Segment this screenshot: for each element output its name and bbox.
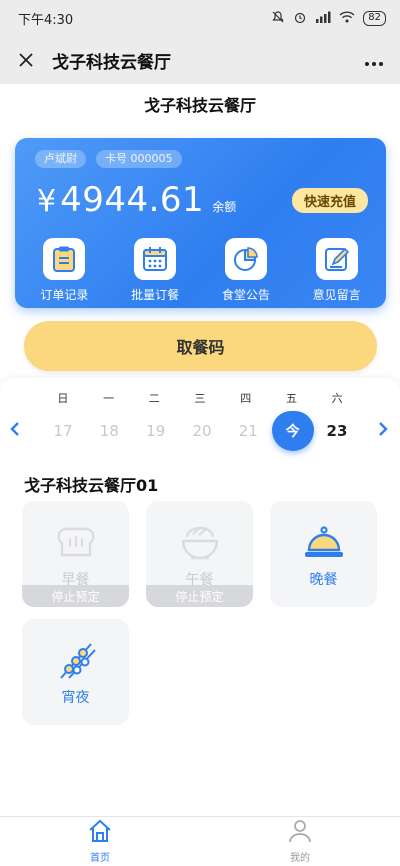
weekday-label: 三 bbox=[194, 392, 206, 405]
dish-cover-icon bbox=[303, 523, 345, 563]
card-tags: 卢斌尉 卡号 000005 bbox=[35, 150, 182, 168]
quick-recharge-button[interactable]: 快速充值 bbox=[291, 188, 368, 213]
meal-status: 停止预定 bbox=[22, 585, 129, 607]
weekday-row: 日 一 二 三 四 五 六 bbox=[40, 390, 360, 406]
feedback-button[interactable]: 意见留言 bbox=[297, 238, 377, 303]
action-label: 食堂公告 bbox=[221, 288, 270, 302]
date-cell-today[interactable]: 今 bbox=[271, 411, 314, 451]
weekday-label: 二 bbox=[148, 392, 160, 405]
tab-label: 首页 bbox=[90, 853, 110, 864]
batch-order-button[interactable]: 批量订餐 bbox=[115, 238, 195, 303]
meal-label: 宵夜 bbox=[61, 690, 90, 706]
meal-grid: 早餐 停止预定 午餐 停止预定 晚餐 宵夜 bbox=[22, 501, 378, 725]
date-cell[interactable]: 18 bbox=[86, 411, 132, 451]
action-label: 意见留言 bbox=[312, 288, 361, 302]
status-icons: 82 bbox=[271, 10, 386, 27]
battery-indicator: 82 bbox=[363, 10, 386, 26]
signal-icon bbox=[315, 11, 331, 26]
week-calendar: 日 一 二 三 四 五 六 17 18 19 20 21 今 23 bbox=[0, 378, 400, 458]
bottom-tab-bar: 首页 我的 bbox=[0, 816, 400, 866]
weekday-label: 四 bbox=[240, 392, 252, 405]
pickup-code-button[interactable]: 取餐码 bbox=[24, 321, 377, 371]
weekday-label: 日 bbox=[57, 392, 69, 405]
chevron-left-icon[interactable] bbox=[10, 420, 20, 441]
meal-status: 停止预定 bbox=[146, 585, 253, 607]
date-cell[interactable]: 23 bbox=[314, 411, 360, 451]
edit-icon bbox=[315, 238, 358, 280]
canteen-notice-button[interactable]: 食堂公告 bbox=[206, 238, 286, 303]
tab-mine[interactable]: 我的 bbox=[200, 817, 400, 866]
chevron-right-icon[interactable] bbox=[378, 420, 388, 441]
pie-chart-icon bbox=[224, 238, 267, 280]
currency-symbol: ¥ bbox=[37, 184, 57, 219]
tab-home[interactable]: 首页 bbox=[0, 817, 200, 866]
date-cell[interactable]: 17 bbox=[40, 411, 86, 451]
home-icon bbox=[87, 819, 113, 847]
date-cell[interactable]: 21 bbox=[225, 411, 271, 451]
meal-lunch[interactable]: 午餐 停止预定 bbox=[146, 501, 253, 607]
meal-label: 晚餐 bbox=[309, 572, 338, 588]
meal-late-night[interactable]: 宵夜 bbox=[22, 619, 129, 725]
card-number-tag: 卡号 000005 bbox=[96, 150, 182, 168]
order-records-button[interactable]: 订单记录 bbox=[24, 238, 104, 303]
date-cell[interactable]: 20 bbox=[179, 411, 225, 451]
nav-bar: 戈子科技云餐厅 bbox=[0, 36, 400, 84]
action-label: 订单记录 bbox=[40, 288, 89, 302]
bread-icon bbox=[56, 523, 96, 563]
more-icon[interactable] bbox=[364, 48, 388, 72]
date-cell[interactable]: 19 bbox=[133, 411, 179, 451]
date-row: 17 18 19 20 21 今 23 bbox=[40, 411, 360, 451]
clipboard-icon bbox=[43, 238, 86, 280]
mute-icon bbox=[271, 10, 285, 27]
page-title: 戈子科技云餐厅 bbox=[143, 96, 256, 115]
calendar-icon bbox=[134, 238, 177, 280]
meal-breakfast[interactable]: 早餐 停止预定 bbox=[22, 501, 129, 607]
user-icon bbox=[288, 819, 312, 847]
balance-label: 余额 bbox=[212, 200, 237, 214]
weekday-label: 一 bbox=[103, 392, 115, 405]
tab-label: 我的 bbox=[290, 853, 310, 864]
balance-amount: 4944.61 bbox=[60, 180, 205, 220]
alarm-icon bbox=[293, 10, 307, 27]
close-icon[interactable] bbox=[12, 46, 40, 74]
status-bar: 下午4:30 82 bbox=[0, 0, 400, 36]
wifi-icon bbox=[339, 10, 355, 26]
weekday-label: 五 bbox=[285, 392, 297, 405]
status-time: 下午4:30 bbox=[18, 12, 74, 28]
restaurant-name: 戈子科技云餐厅01 bbox=[24, 476, 159, 495]
rice-bowl-icon bbox=[179, 523, 221, 563]
action-label: 批量订餐 bbox=[131, 288, 180, 302]
user-name-tag: 卢斌尉 bbox=[35, 150, 86, 168]
meal-dinner[interactable]: 晚餐 bbox=[270, 501, 377, 607]
skewer-icon bbox=[55, 641, 97, 681]
card-actions: 订单记录 批量订餐 食堂公告 意见留言 bbox=[15, 238, 386, 303]
weekday-label: 六 bbox=[331, 392, 343, 405]
nav-title: 戈子科技云餐厅 bbox=[52, 52, 171, 73]
balance-card: 卢斌尉 卡号 000005 ¥ 4944.61 余额 快速充值 订单记录 批量订… bbox=[15, 138, 386, 308]
balance-row: ¥ 4944.61 余额 bbox=[37, 180, 236, 220]
